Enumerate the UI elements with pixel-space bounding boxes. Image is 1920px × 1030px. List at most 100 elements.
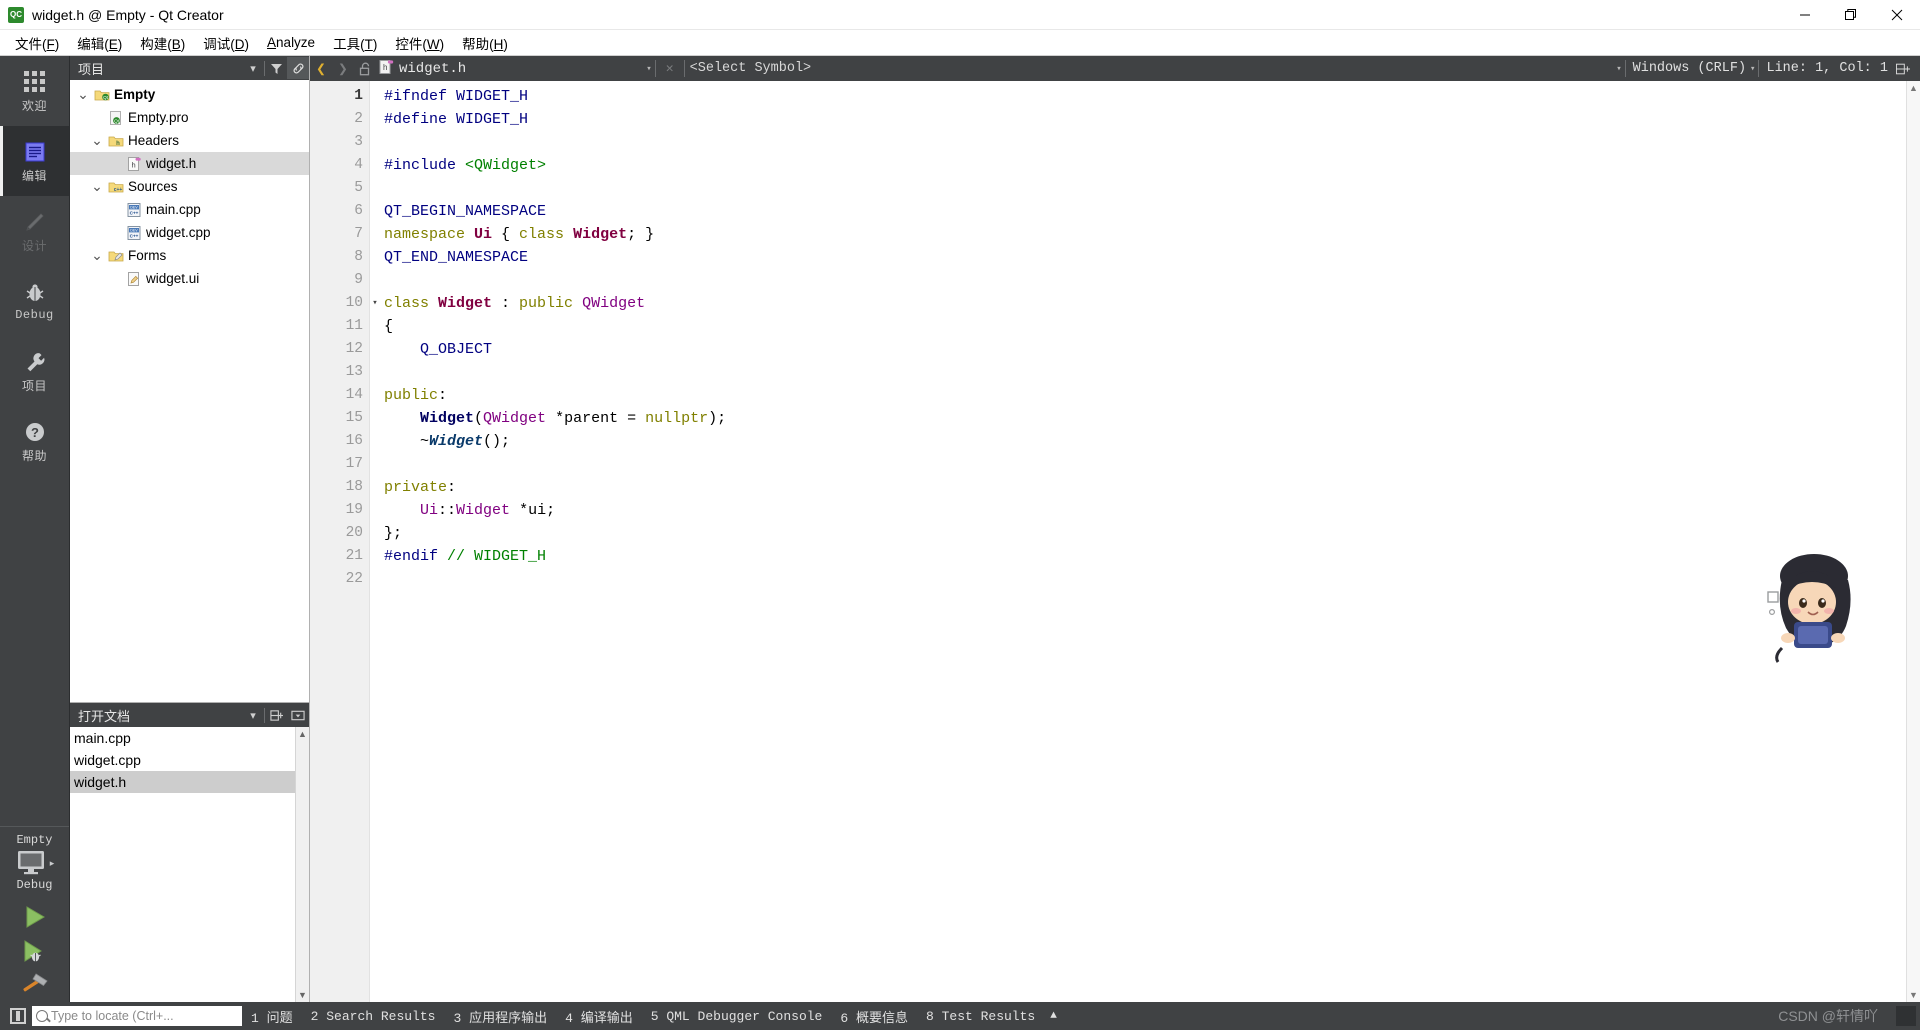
code-line[interactable] [384,568,1920,591]
output-pane-button[interactable]: 6 概要信息 [831,1007,917,1026]
code-line[interactable]: private: [384,476,1920,499]
tree-item-main-cpp[interactable]: DEV C++ main.cpp [70,198,309,221]
code-line[interactable]: ~Widget(); [384,430,1920,453]
code-line[interactable] [384,361,1920,384]
fold-marker-icon[interactable]: ▾ [369,292,381,315]
mode-item-edit[interactable]: 编辑 [0,126,69,196]
output-pane-button[interactable]: 1 问题 [242,1007,302,1026]
sidebar-toggle-icon[interactable] [10,1008,26,1024]
code-line[interactable]: Q_OBJECT [384,338,1920,361]
editor-vertical-scrollbar[interactable]: ▲ ▼ [1906,81,1920,1002]
code-line[interactable]: #endif // WIDGET_H [384,545,1920,568]
close-editor-icon[interactable]: ✕ [659,56,681,81]
chevron-down-icon[interactable]: ⌄ [74,86,92,103]
chevron-down-icon[interactable]: ⌄ [88,178,106,195]
cursor-position-label[interactable]: Line: 1, Col: 1 [1762,61,1892,76]
minimize-pane-icon[interactable] [287,704,309,726]
menu-help[interactable]: 帮助(H) [453,30,517,56]
tree-item-widget-ui[interactable]: widget.ui [70,267,309,290]
code-line[interactable]: public: [384,384,1920,407]
chevron-down-icon[interactable]: ▾ [242,704,264,726]
run-button[interactable] [0,900,69,934]
code-line[interactable]: #include <QWidget> [384,154,1920,177]
output-pane-button[interactable]: 4 编译输出 [556,1007,642,1026]
minimize-button[interactable] [1782,0,1828,30]
code-line[interactable]: Ui::Widget *ui; [384,499,1920,522]
scroll-up-icon[interactable]: ▲ [1907,81,1920,95]
build-button[interactable] [0,968,69,1002]
symbol-selector[interactable]: <Select Symbol> [688,61,812,76]
close-button[interactable] [1874,0,1920,30]
code-line[interactable] [384,177,1920,200]
code-line[interactable]: QT_BEGIN_NAMESPACE [384,200,1920,223]
mode-item-projects[interactable]: 项目 [0,336,69,406]
updown-arrows-icon[interactable]: ▲ [1044,1010,1063,1022]
back-arrow-icon[interactable]: ❮ [310,56,332,81]
open-documents-list[interactable]: main.cpp widget.cpp widget.h ▲ ▼ [70,727,309,1002]
locator-input[interactable]: Type to locate (Ctrl+... [32,1006,242,1026]
output-pane-label: 编译输出 [572,1010,633,1026]
code-line[interactable]: Widget(QWidget *parent = nullptr); [384,407,1920,430]
code-line[interactable]: QT_END_NAMESPACE [384,246,1920,269]
code-line[interactable]: { [384,315,1920,338]
line-ending-dropdown-icon[interactable]: ▾ [1616,64,1621,74]
menu-edit[interactable]: 编辑(E) [68,30,131,56]
code-line[interactable]: class Widget : public QWidget [384,292,1920,315]
tree-item-empty-pro[interactable]: Qt Empty.pro [70,106,309,129]
code-line[interactable]: #define WIDGET_H [384,108,1920,131]
project-tree[interactable]: ⌄ Qt Empty Qt Empty.pro ⌄ h Headers h widget.h ⌄ c+… [70,80,309,702]
tree-item-widget-cpp[interactable]: DEV C++ widget.cpp [70,221,309,244]
split-icon[interactable] [265,704,287,726]
chevron-down-icon[interactable]: ⌄ [88,132,106,149]
tree-item-forms[interactable]: ⌄ Forms [70,244,309,267]
output-pane-button[interactable]: 2 Search Results [302,1009,445,1024]
code-line[interactable]: #ifndef WIDGET_H [384,85,1920,108]
mode-item-welcome[interactable]: 欢迎 [0,56,69,126]
maximize-button[interactable] [1828,0,1874,30]
output-pane-button[interactable]: 5 QML Debugger Console [642,1009,832,1024]
menu-file[interactable]: 文件(F) [6,30,68,56]
current-file-chip[interactable]: h widget.h [376,59,466,79]
mode-item-help[interactable]: ? 帮助 [0,406,69,476]
filter-icon[interactable] [265,57,287,79]
code-editor[interactable]: 1 2 3 4 5 6 7 8 9 10 ▾ 11 12 13 14 15 16 17 18 19 20 21 22 #if… [310,81,1920,1002]
file-dropdown-icon[interactable]: ▾ [646,64,651,74]
kit-selector[interactable]: Empty ▸ Debug [0,826,69,1002]
line-ending-label[interactable]: Windows (CRLF) [1629,61,1750,76]
tree-item-widget-h[interactable]: h widget.h [70,152,309,175]
tree-item-sources[interactable]: ⌄ c++ Sources [70,175,309,198]
menu-debug[interactable]: 调试(D) [194,30,258,56]
menu-window[interactable]: 控件(W) [386,30,453,56]
scroll-down-icon[interactable]: ▼ [298,988,307,1002]
code-line[interactable]: }; [384,522,1920,545]
tree-item-headers[interactable]: ⌄ h Headers [70,129,309,152]
code-line[interactable] [384,269,1920,292]
open-document-item[interactable]: widget.cpp [70,749,309,771]
run-debug-button[interactable] [0,934,69,968]
scroll-up-icon[interactable]: ▲ [298,727,307,741]
link-icon[interactable] [287,57,309,79]
menu-analyze[interactable]: Analyze [258,32,324,53]
open-document-item[interactable]: main.cpp [70,727,309,749]
output-pane-button[interactable]: 8 Test Results [917,1009,1044,1024]
open-document-item[interactable]: widget.h [70,771,309,793]
code-line[interactable] [384,453,1920,476]
mode-item-design[interactable]: 设计 [0,196,69,266]
unlocked-icon[interactable] [354,56,376,81]
code-text-area[interactable]: #ifndef WIDGET_H #define WIDGET_H #includ… [370,81,1920,1002]
mode-item-debug[interactable]: Debug [0,266,69,336]
chevron-down-icon[interactable]: ⌄ [88,247,106,264]
chevron-down-icon[interactable]: ▾ [242,57,264,79]
split-editor-icon[interactable] [1892,56,1914,81]
output-pane-button[interactable]: 3 应用程序输出 [444,1007,556,1026]
tree-item-empty[interactable]: ⌄ Qt Empty [70,83,309,106]
scroll-down-icon[interactable]: ▼ [1907,988,1920,1002]
code-line[interactable] [384,131,1920,154]
menu-tools[interactable]: 工具(T) [324,30,386,56]
encoding-dropdown-icon[interactable]: ▾ [1750,64,1755,74]
forward-arrow-icon[interactable]: ❯ [332,56,354,81]
code-line[interactable]: namespace Ui { class Widget; } [384,223,1920,246]
menu-build[interactable]: 构建(B) [131,30,194,56]
open-documents-scrollbar[interactable]: ▲ ▼ [295,727,309,1002]
resize-grip[interactable] [1896,1006,1916,1026]
